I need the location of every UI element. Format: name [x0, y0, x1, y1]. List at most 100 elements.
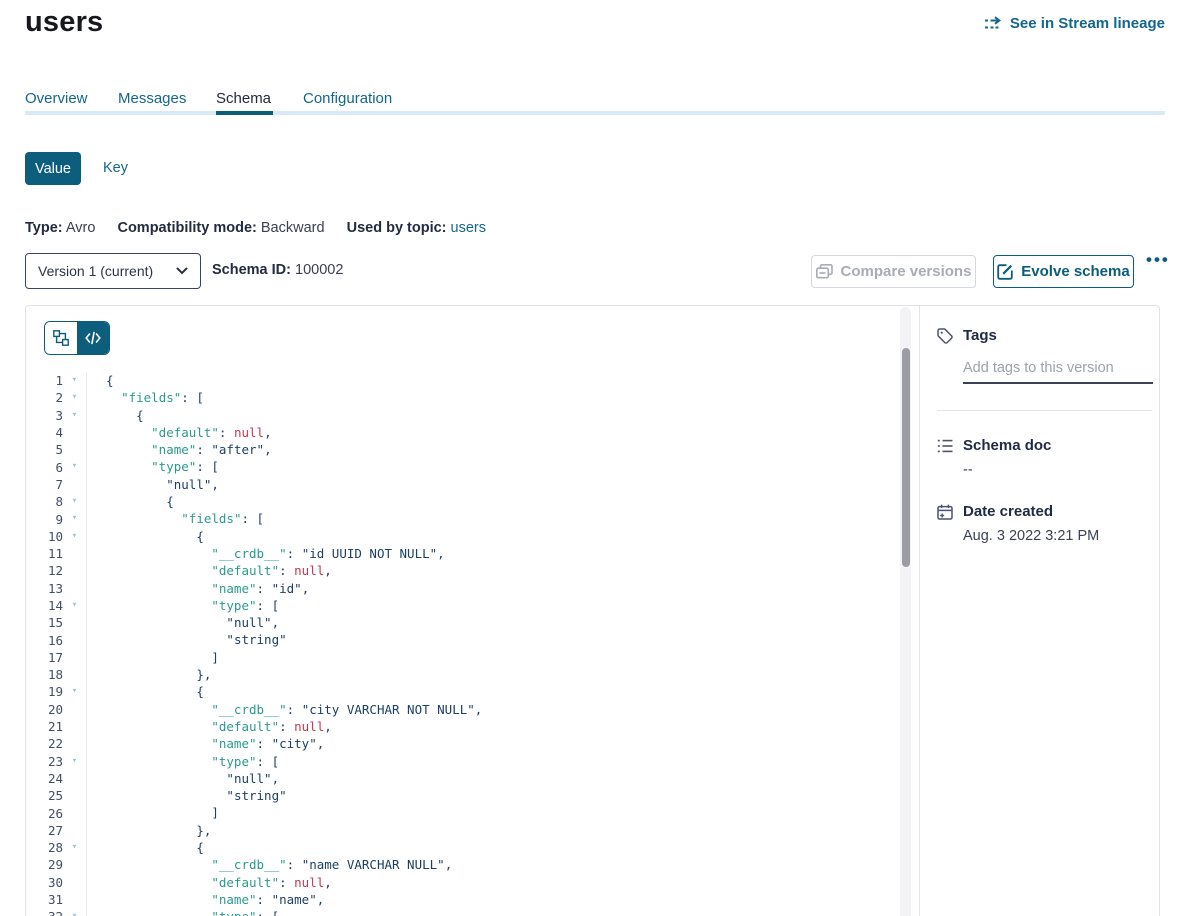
value-toggle-button[interactable]: Value	[25, 152, 81, 185]
tab-messages[interactable]: Messages	[118, 90, 186, 107]
code-view-icon	[85, 331, 101, 345]
fold-arrow-icon[interactable]: ▾	[63, 372, 86, 389]
code-line: 21 "default": null,	[26, 718, 900, 735]
code-text[interactable]: {	[86, 493, 900, 510]
code-text[interactable]: "type": [	[86, 753, 900, 770]
version-select[interactable]: Version 1 (current)	[25, 253, 201, 289]
schema-doc-value: --	[963, 462, 1149, 478]
date-created-section-header: Date created	[937, 503, 1149, 520]
code-scrollbar-thumb[interactable]	[902, 348, 910, 567]
code-text[interactable]: "__crdb__": "city VARCHAR NOT NULL",	[86, 701, 900, 718]
code-text[interactable]: "type": [	[86, 597, 900, 614]
fold-arrow-icon[interactable]: ▾	[63, 407, 86, 424]
schema-sidebar: Tags Schema doc --	[919, 306, 1161, 916]
topic-link[interactable]: users	[451, 220, 486, 236]
code-line: 12 "default": null,	[26, 562, 900, 579]
stream-lineage-link[interactable]: See in Stream lineage	[985, 15, 1165, 32]
code-line: 29 "__crdb__": "name VARCHAR NULL",	[26, 856, 900, 873]
code-text[interactable]: {	[86, 839, 900, 856]
code-text[interactable]: "fields": [	[86, 510, 900, 527]
code-line: 6▾ "type": [	[26, 458, 900, 475]
code-text[interactable]: "default": null,	[86, 718, 900, 735]
code-line: 18 },	[26, 666, 900, 683]
line-number: 22	[26, 736, 63, 751]
line-number: 12	[26, 563, 63, 578]
code-line: 3▾ {	[26, 407, 900, 424]
code-text[interactable]: "default": null,	[86, 562, 900, 579]
fold-arrow-icon[interactable]: ▾	[63, 389, 86, 406]
code-text[interactable]: "fields": [	[86, 389, 900, 406]
fold-arrow-icon[interactable]: ▾	[63, 597, 86, 614]
tab-schema-active-underline	[216, 111, 273, 115]
tabs-underline-track	[25, 111, 1165, 115]
page-title: users	[25, 6, 103, 39]
line-number: 1	[26, 373, 63, 388]
line-number: 4	[26, 425, 63, 440]
code-line: 16 "string"	[26, 631, 900, 648]
tab-configuration[interactable]: Configuration	[303, 90, 392, 107]
code-text[interactable]: "name": "city",	[86, 735, 900, 752]
more-actions-button[interactable]: •••	[1146, 250, 1170, 270]
compare-versions-button[interactable]: Compare versions	[811, 255, 976, 288]
key-toggle-button[interactable]: Key	[103, 160, 128, 176]
tab-schema[interactable]: Schema	[216, 90, 271, 107]
code-text[interactable]: "null",	[86, 614, 900, 631]
code-text[interactable]: {	[86, 372, 900, 389]
fold-arrow-icon[interactable]: ▾	[63, 458, 86, 475]
tags-section-header: Tags	[937, 327, 1149, 344]
code-text[interactable]: "null",	[86, 770, 900, 787]
code-text[interactable]: "type": [	[86, 458, 900, 475]
code-text[interactable]: "name": "after",	[86, 441, 900, 458]
fold-arrow-icon[interactable]: ▾	[63, 493, 86, 510]
schema-id-value: 100002	[295, 262, 343, 278]
code-text[interactable]: {	[86, 528, 900, 545]
fold-arrow-icon[interactable]: ▾	[63, 839, 86, 856]
code-text[interactable]: "null",	[86, 476, 900, 493]
fold-arrow-icon[interactable]: ▾	[63, 753, 86, 770]
line-number: 23	[26, 754, 63, 769]
line-number: 18	[26, 667, 63, 682]
line-number: 11	[26, 546, 63, 561]
code-text[interactable]: "default": null,	[86, 874, 900, 891]
code-text[interactable]: },	[86, 666, 900, 683]
line-number: 27	[26, 823, 63, 838]
line-number: 13	[26, 581, 63, 596]
fold-arrow-icon[interactable]: ▾	[63, 510, 86, 527]
code-text[interactable]: ]	[86, 804, 900, 821]
code-text[interactable]: },	[86, 822, 900, 839]
code-text[interactable]: ]	[86, 649, 900, 666]
code-line: 25 "string"	[26, 787, 900, 804]
tree-view-button[interactable]	[45, 322, 77, 354]
code-scrollbar-track[interactable]	[900, 307, 911, 916]
add-tags-input[interactable]	[963, 358, 1153, 384]
version-select-value: Version 1 (current)	[38, 263, 153, 279]
code-text[interactable]: {	[86, 407, 900, 424]
line-number: 10	[26, 529, 63, 544]
code-text[interactable]: "name": "id",	[86, 580, 900, 597]
code-text[interactable]: "name": "name",	[86, 891, 900, 908]
code-line: 30 "default": null,	[26, 874, 900, 891]
code-view-button[interactable]	[77, 322, 109, 354]
date-created-value: Aug. 3 2022 3:21 PM	[963, 528, 1149, 544]
fold-arrow-icon[interactable]: ▾	[63, 528, 86, 545]
code-lines: 1▾{2▾ "fields": [3▾ {4 "default": null,5…	[26, 372, 900, 916]
code-text[interactable]: "__crdb__": "name VARCHAR NULL",	[86, 856, 900, 873]
code-text[interactable]: "type": [	[86, 908, 900, 916]
code-text[interactable]: "string"	[86, 631, 900, 648]
stream-lineage-icon	[985, 16, 1003, 31]
code-line: 8▾ {	[26, 493, 900, 510]
code-line: 15 "null",	[26, 614, 900, 631]
code-text[interactable]: "__crdb__": "id UUID NOT NULL",	[86, 545, 900, 562]
code-text[interactable]: "string"	[86, 787, 900, 804]
compatibility-value: Backward	[261, 220, 325, 236]
fold-arrow-icon[interactable]: ▾	[63, 683, 86, 700]
code-text[interactable]: {	[86, 683, 900, 700]
fold-arrow-icon[interactable]: ▾	[63, 908, 86, 916]
line-number: 7	[26, 477, 63, 492]
schema-id-label: Schema ID:	[212, 262, 291, 278]
tab-overview[interactable]: Overview	[25, 90, 88, 107]
evolve-schema-button[interactable]: Evolve schema	[993, 255, 1134, 288]
code-line: 5 "name": "after",	[26, 441, 900, 458]
line-number: 20	[26, 702, 63, 717]
code-text[interactable]: "default": null,	[86, 424, 900, 441]
